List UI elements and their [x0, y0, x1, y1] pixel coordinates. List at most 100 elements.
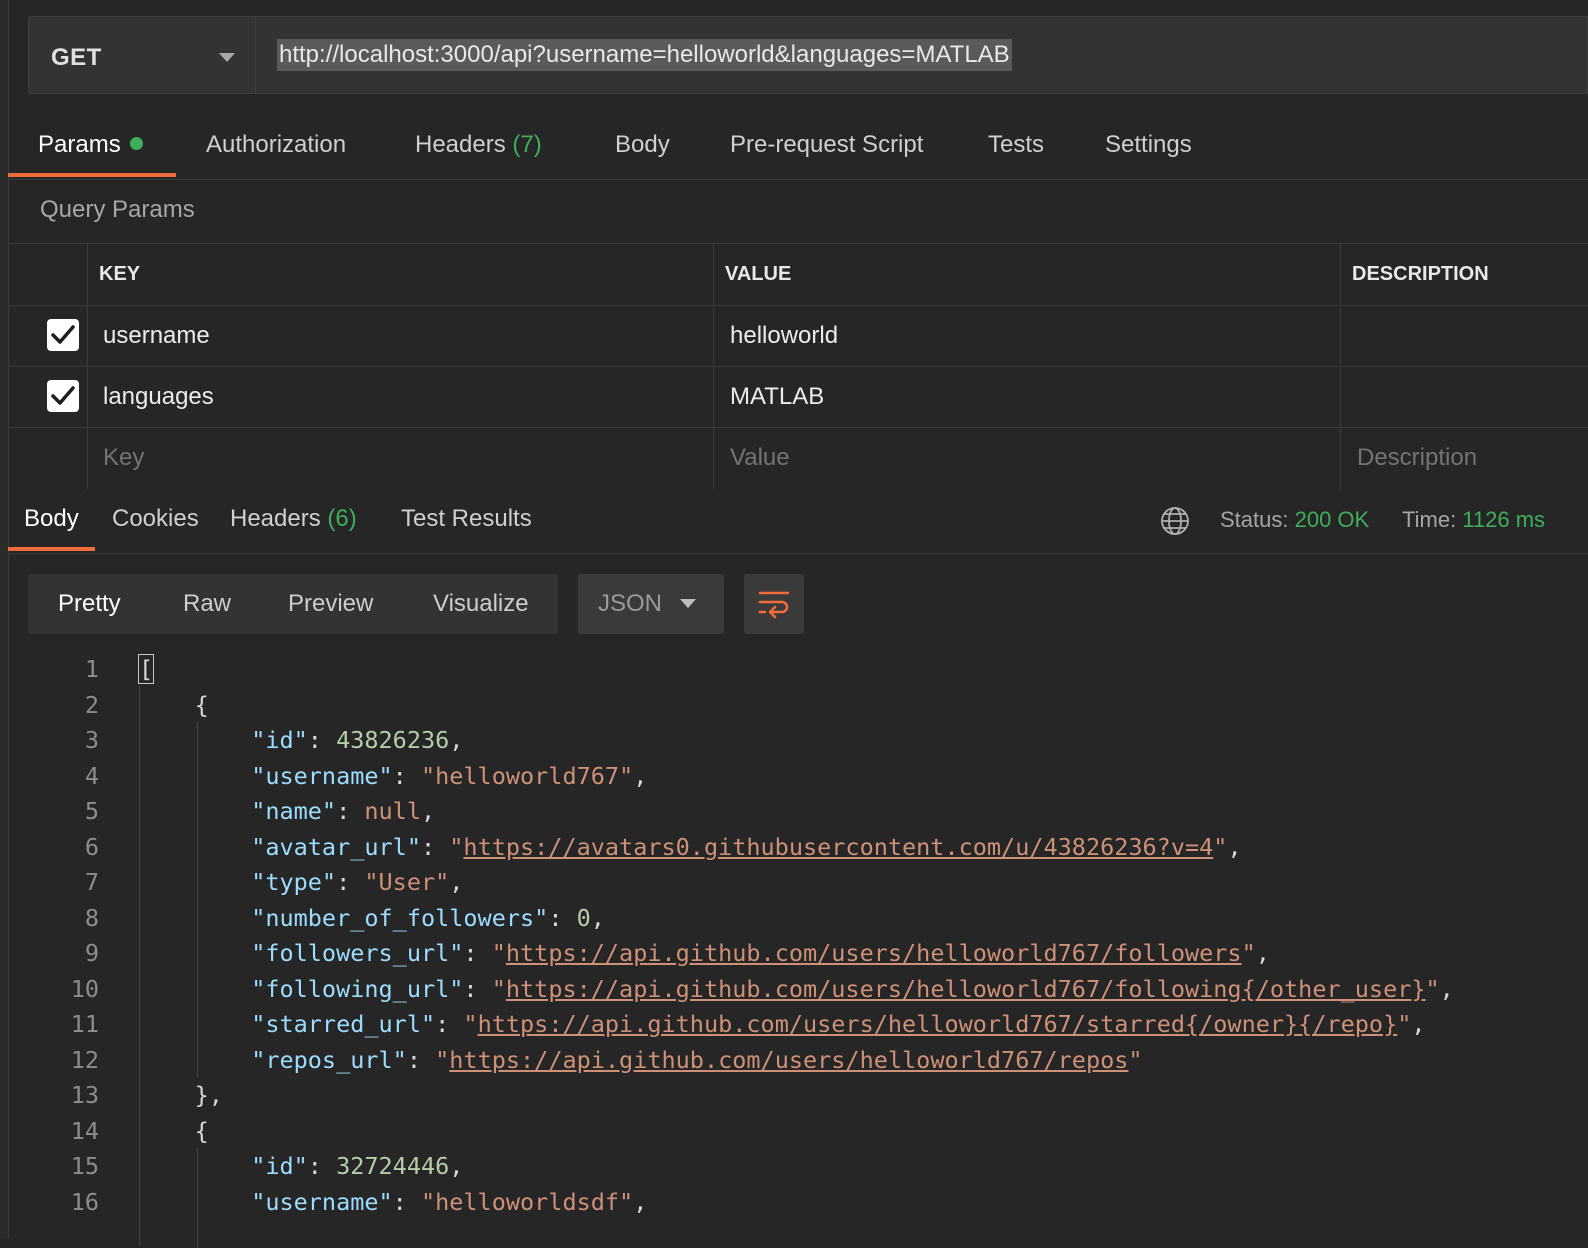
line-number: 15 [70, 1152, 99, 1180]
request-url-bar: GET http://localhost:3000/api?username=h… [28, 16, 1588, 94]
new-value-input[interactable]: Value [730, 427, 790, 488]
code-line: 2{ [0, 688, 1588, 724]
view-pretty-button[interactable]: Pretty [58, 574, 121, 634]
time-value[interactable]: 1126 ms [1462, 507, 1545, 532]
status-label: Status: [1220, 507, 1289, 532]
tab-settings[interactable]: Settings [1105, 115, 1192, 177]
param-value[interactable]: helloworld [730, 305, 838, 366]
line-number: 8 [84, 903, 99, 932]
query-params-table: KEY VALUE DESCRIPTION username helloworl… [8, 243, 1588, 489]
tab-params-label: Params [38, 131, 121, 158]
response-body-code[interactable]: 1[2{3 "id": 43826236, 4 "username": "hellow… [0, 652, 1588, 1248]
param-checkbox-username[interactable] [47, 319, 79, 351]
code-text: "username": "helloworldsdf", [251, 1185, 647, 1221]
active-tab-underline [8, 547, 95, 551]
time-label: Time: [1402, 507, 1457, 532]
json-key: "followers_url" [251, 939, 464, 967]
query-params-title: Query Params [40, 196, 195, 223]
request-tabs: Params Authorization Headers (7) Body Pr… [8, 115, 1588, 180]
param-checkbox-languages[interactable] [47, 380, 79, 412]
code-text: "starred_url": "https://api.github.com/u… [251, 1007, 1425, 1043]
tab-tests[interactable]: Tests [988, 115, 1044, 177]
status-indicator: Status: 200 OK [1220, 489, 1369, 551]
code-text: "id": 43826236, [251, 723, 463, 759]
tab-prerequest-script[interactable]: Pre-request Script [730, 115, 923, 177]
code-line: 16 "username": "helloworldsdf", [0, 1185, 1588, 1221]
caret-down-icon [680, 599, 696, 608]
new-description-input[interactable]: Description [1357, 427, 1477, 488]
line-number: 1 [84, 655, 99, 683]
view-visualize-button[interactable]: Visualize [433, 574, 529, 634]
new-key-input[interactable]: Key [103, 427, 144, 488]
column-header-value: VALUE [725, 263, 792, 285]
tab-response-body[interactable]: Body [24, 489, 79, 551]
tab-authorization[interactable]: Authorization [206, 115, 346, 177]
tab-response-headers[interactable]: Headers (6) [230, 489, 357, 551]
json-brace: }, [194, 1081, 223, 1109]
status-value[interactable]: 200 OK [1295, 507, 1370, 532]
json-url-link[interactable]: https://api.github.com/users/helloworld7… [449, 1046, 1128, 1074]
json-url-link[interactable]: https://api.github.com/users/helloworld7… [478, 1010, 1398, 1038]
json-colon: : [307, 1152, 337, 1180]
json-key: "type" [251, 868, 337, 896]
json-colon: : [406, 1045, 436, 1074]
code-text: "username": "helloworld767", [251, 759, 647, 795]
code-line: 4 "username": "helloworld767", [0, 759, 1588, 795]
line-number: 2 [84, 690, 99, 719]
code-text: { [195, 1114, 209, 1150]
json-string: "User" [364, 868, 450, 896]
body-view-selector: Pretty Raw Preview Visualize [28, 574, 558, 634]
json-colon: : [307, 726, 337, 754]
format-label: JSON [598, 590, 663, 617]
json-colon: : [420, 832, 450, 861]
tab-tests-label: Tests [988, 131, 1045, 158]
table-row-new: Key Value Description [8, 427, 1588, 488]
tab-body-label: Body [615, 131, 670, 158]
tab-authorization-label: Authorization [206, 131, 347, 158]
json-url-link[interactable]: https://api.github.com/users/helloworld7… [506, 975, 1426, 1003]
code-text: "number_of_followers": 0, [251, 901, 605, 937]
wrap-lines-button[interactable] [744, 574, 804, 634]
tab-params[interactable]: Params [38, 115, 143, 177]
json-colon: : [435, 1010, 464, 1038]
json-colon: : [548, 903, 577, 932]
globe-icon[interactable] [1160, 506, 1190, 541]
json-key: "id" [251, 726, 308, 754]
json-key: "avatar_url" [251, 832, 421, 861]
json-quote: " [1128, 1045, 1143, 1074]
code-line: 11 "starred_url": "https://api.github.com… [0, 1007, 1588, 1043]
json-quote: " [463, 1010, 478, 1038]
param-key[interactable]: username [103, 305, 210, 366]
code-line: 6 "avatar_url": "https://avatars0.githubu… [0, 830, 1588, 866]
tab-test-results[interactable]: Test Results [401, 489, 532, 551]
param-value[interactable]: MATLAB [730, 366, 824, 427]
column-header-key: KEY [99, 263, 141, 285]
json-quote: " [491, 939, 506, 967]
format-select[interactable]: JSON [578, 574, 724, 634]
param-key[interactable]: languages [103, 366, 214, 427]
json-comma: , [449, 868, 464, 896]
json-number: 32724446 [336, 1152, 450, 1180]
json-url-link[interactable]: https://avatars0.githubusercontent.com/u… [463, 833, 1213, 861]
json-quote: " [1241, 939, 1256, 967]
tab-headers[interactable]: Headers (7) [415, 115, 542, 177]
json-quote: " [435, 1045, 450, 1074]
table-header-row: KEY VALUE DESCRIPTION [8, 244, 1588, 306]
view-preview-button[interactable]: Preview [288, 574, 373, 634]
code-text: "id": 32724446, [251, 1149, 463, 1185]
json-colon: : [463, 974, 492, 1003]
json-colon: : [336, 868, 365, 896]
code-text: }, [195, 1078, 223, 1114]
url-input[interactable]: http://localhost:3000/api?username=hello… [277, 39, 1012, 71]
code-line: 12 "repos_url": "https://api.github.com/u… [0, 1043, 1588, 1079]
json-quote: " [1213, 832, 1228, 861]
time-indicator: Time: 1126 ms [1402, 489, 1545, 551]
tab-cookies[interactable]: Cookies [112, 489, 199, 551]
method-select[interactable]: GET [29, 17, 256, 93]
tab-settings-label: Settings [1105, 131, 1192, 158]
tab-body[interactable]: Body [615, 115, 670, 177]
code-line: 3 "id": 43826236, [0, 723, 1588, 759]
view-raw-button[interactable]: Raw [183, 574, 231, 634]
line-number: 16 [70, 1187, 99, 1216]
json-url-link[interactable]: https://api.github.com/users/helloworld7… [506, 939, 1242, 967]
